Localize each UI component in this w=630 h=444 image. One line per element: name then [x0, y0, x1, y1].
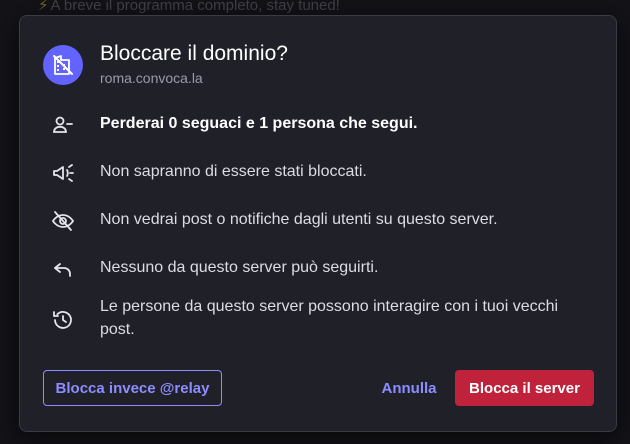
block-server-button[interactable]: Blocca il server — [455, 370, 594, 406]
consequence-no-follow-text: Nessuno da questo server può seguirti. — [100, 259, 379, 276]
cancel-button[interactable]: Annulla — [376, 370, 442, 406]
domain-blocked-icon — [43, 45, 83, 85]
dialog-title: Bloccare il dominio? — [100, 42, 288, 65]
person-remove-icon — [50, 112, 76, 138]
consequence-old-posts-text: Le persone da questo server possono inte… — [100, 298, 559, 338]
consequence-followers-text: Perderai 0 seguaci e 1 persona che segui… — [100, 115, 418, 132]
consequence-hidden-posts-text: Non vedrai post o notifiche dagli utenti… — [100, 211, 498, 228]
reply-icon — [50, 256, 76, 282]
background-notice: ⚡ A breve il programma completo, stay tun… — [38, 0, 340, 14]
megaphone-off-icon — [50, 160, 76, 186]
block-user-instead-button[interactable]: Blocca invece @relay — [43, 370, 222, 406]
block-domain-dialog: Bloccare il dominio? roma.convoca.la Per… — [19, 15, 617, 432]
background-notice-text: A breve il programma completo, stay tune… — [50, 0, 340, 14]
lightning-icon: ⚡ — [38, 0, 49, 14]
eye-off-icon — [50, 208, 76, 234]
dialog-domain: roma.convoca.la — [100, 70, 203, 86]
history-icon — [50, 307, 76, 333]
consequence-not-notified-text: Non sapranno di essere stati bloccati. — [100, 163, 367, 180]
